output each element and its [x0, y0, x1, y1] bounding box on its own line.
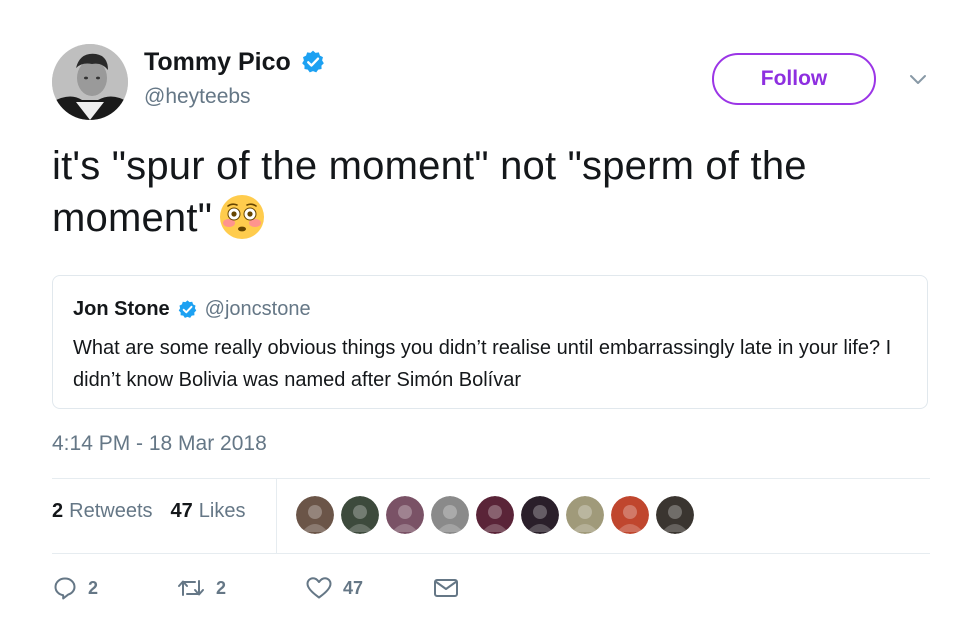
reply-button[interactable]: 2: [52, 568, 98, 608]
author-name[interactable]: Tommy Pico: [144, 48, 291, 77]
quoted-author-handle: @joncstone: [204, 298, 311, 320]
tweet-timestamp[interactable]: 4:14 PM - 18 Mar 2018: [52, 432, 267, 456]
liker-avatar[interactable]: [386, 496, 424, 534]
chevron-down-icon[interactable]: [905, 69, 931, 89]
liker-avatar[interactable]: [611, 496, 649, 534]
likes-label: Likes: [198, 500, 246, 522]
retweet-count: 2: [216, 577, 227, 598]
reply-icon: [54, 577, 76, 600]
retweets-stat[interactable]: 2 Retweets: [52, 500, 153, 523]
direct-message-button[interactable]: [432, 568, 460, 608]
like-button[interactable]: 47: [305, 568, 363, 608]
quoted-tweet-card[interactable]: Jon Stone @joncstone What are some reall…: [52, 275, 928, 409]
quoted-tweet-text: What are some really obvious things you …: [73, 337, 892, 391]
stats-top-divider: [52, 478, 930, 479]
heart-icon: [306, 577, 332, 599]
flushed-face-icon: [220, 195, 265, 239]
liker-avatar[interactable]: [521, 496, 559, 534]
retweet-button[interactable]: 2: [176, 568, 226, 608]
author-name-row[interactable]: Tommy Pico: [144, 45, 326, 79]
reply-count: 2: [88, 577, 99, 598]
tweet-text-line-2-text: moment": [52, 196, 213, 240]
likes-stat[interactable]: 47 Likes: [171, 500, 246, 523]
tweet-stats: 2 Retweets 47 Likes: [52, 500, 245, 523]
liker-avatar[interactable]: [656, 496, 694, 534]
quoted-tweet-header: Jon Stone @joncstone: [73, 298, 311, 321]
stats-bottom-divider: [52, 553, 930, 554]
liker-avatar[interactable]: [431, 496, 469, 534]
verified-badge-icon: [178, 300, 196, 318]
retweet-icon: [178, 580, 204, 596]
author-avatar[interactable]: [52, 44, 128, 120]
retweets-label: Retweets: [69, 500, 153, 522]
verified-badge-icon: [301, 50, 324, 73]
tweet-text-line-2: moment": [52, 192, 932, 244]
quoted-author-name: Jon Stone: [73, 298, 170, 320]
follow-button[interactable]: Follow: [712, 53, 876, 105]
stats-vertical-divider: [276, 479, 277, 553]
retweets-count: 2: [52, 500, 64, 522]
author-handle[interactable]: @heyteebs: [144, 85, 251, 109]
liker-avatar[interactable]: [296, 496, 334, 534]
envelope-icon: [434, 579, 458, 597]
likes-count: 47: [170, 500, 193, 522]
like-count: 47: [343, 577, 364, 598]
tweet-text-line-1: it's "spur of the moment" not "sperm of …: [52, 144, 807, 188]
liker-avatar[interactable]: [476, 496, 514, 534]
liker-avatar[interactable]: [566, 496, 604, 534]
liker-avatars: [296, 496, 694, 534]
liker-avatar[interactable]: [341, 496, 379, 534]
tweet-text: it's "spur of the moment" not "sperm of …: [52, 140, 932, 244]
